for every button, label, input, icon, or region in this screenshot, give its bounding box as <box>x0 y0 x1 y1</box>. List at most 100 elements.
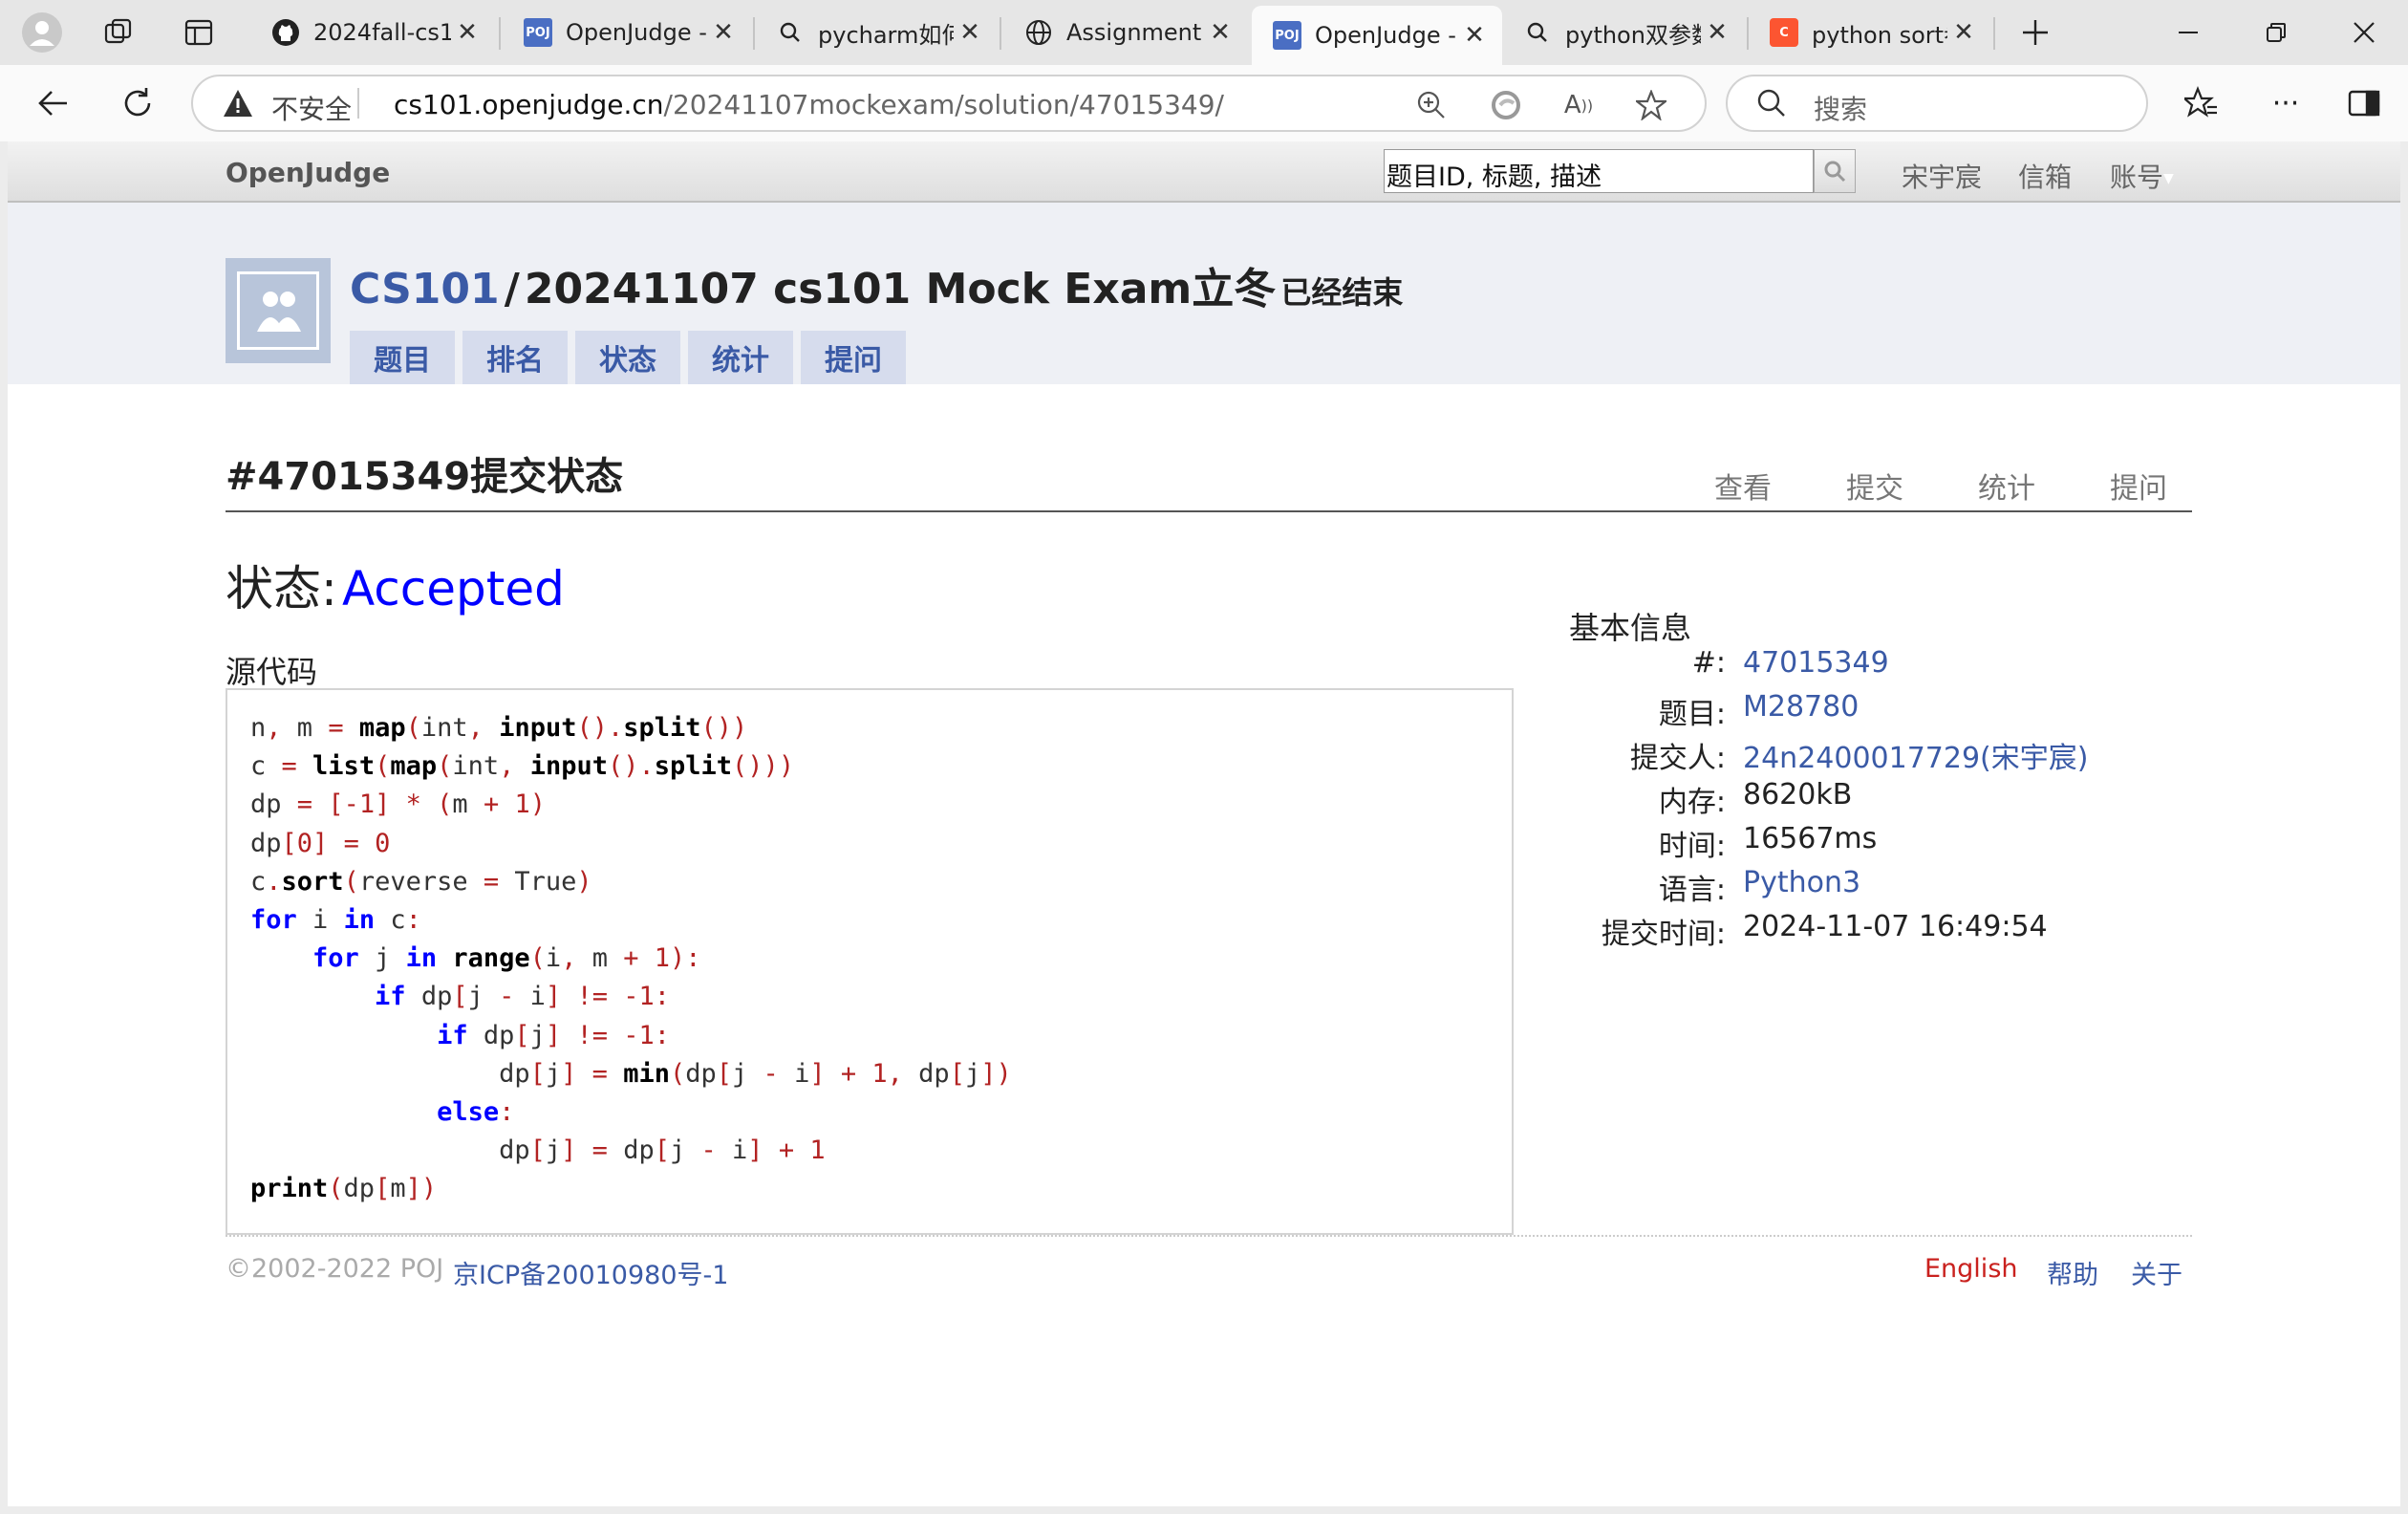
new-tab-icon[interactable] <box>2012 10 2058 55</box>
close-tab-icon[interactable]: ✕ <box>707 18 740 47</box>
vertical-tabs-icon[interactable] <box>176 10 222 55</box>
info-label-language: 语言: <box>1658 874 1726 907</box>
footer-help-link[interactable]: 帮助 <box>2047 1254 2098 1291</box>
tab-title: 2024fall-cs10 <box>313 19 451 46</box>
footer-icp-link[interactable]: 京ICP备20010980号-1 <box>453 1254 728 1291</box>
status-line: 状态: Accepted <box>226 551 565 619</box>
tab-questions[interactable]: 提问 <box>801 331 906 384</box>
footer-english-link[interactable]: English <box>1924 1254 2018 1284</box>
address-bar[interactable]: 不安全 cs101.openjudge.cn/20241107mockexam/… <box>191 75 1707 132</box>
source-code-label: 源代码 <box>226 654 318 690</box>
action-view[interactable]: 查看 <box>1714 465 1772 507</box>
user-link[interactable]: 宋宇宸 <box>1902 157 1982 195</box>
info-value-id[interactable]: 47015349 <box>1743 646 1889 680</box>
csdn-icon: C <box>1770 18 1798 47</box>
tab-divider <box>1000 17 1001 50</box>
tab-title: OpenJudge - <box>1315 22 1456 49</box>
close-tab-icon[interactable]: ✕ <box>1204 18 1236 47</box>
url-path: /20241107mockexam/solution/47015349/ <box>663 89 1224 120</box>
close-window-icon[interactable] <box>2326 8 2402 57</box>
poj-icon: POJ <box>1273 21 1301 50</box>
tab-title: python双参数 <box>1565 21 1701 49</box>
search-icon <box>776 18 805 47</box>
back-icon[interactable] <box>29 78 78 128</box>
action-questions[interactable]: 提问 <box>2110 465 2167 507</box>
browser-tab[interactable]: C python sort参 ✕ <box>1749 6 1991 59</box>
tab-title: OpenJudge - <box>566 19 707 46</box>
info-value-language[interactable]: Python3 <box>1743 866 1860 899</box>
browser-search-box[interactable]: 搜索 <box>1726 75 2148 132</box>
web-page: OpenJudge 题目ID, 标题, 描述 宋宇宸 信箱 账号▼ CS101 … <box>8 141 2400 1506</box>
profile-avatar-icon[interactable] <box>19 10 65 55</box>
submission-heading: #47015349提交状态 <box>226 455 624 499</box>
tab-statistics[interactable]: 统计 <box>688 331 793 384</box>
tab-title: python sort参 <box>1812 21 1947 49</box>
caret-down-icon: ▼ <box>2163 171 2174 186</box>
close-tab-icon[interactable]: ✕ <box>451 18 484 47</box>
browser-tab-active[interactable]: POJ OpenJudge - ✕ <box>1252 6 1502 65</box>
info-label-submit-time: 提交时间: <box>1601 918 1726 951</box>
browser-tab[interactable]: Assignment # ✕ <box>1003 6 1248 59</box>
account-label: 账号 <box>2110 162 2164 193</box>
action-submit[interactable]: 提交 <box>1846 465 1903 507</box>
info-label-memory: 内存: <box>1658 786 1726 819</box>
info-label-submitter: 提交人: <box>1629 742 1726 775</box>
account-menu[interactable]: 账号▼ <box>2110 157 2174 195</box>
info-value-memory: 8620kB <box>1743 778 1853 811</box>
action-statistics[interactable]: 统计 <box>1978 465 2035 507</box>
poj-icon: POJ <box>524 18 552 47</box>
info-value-submit-time: 2024-11-07 16:49:54 <box>1743 910 2048 943</box>
contest-status: 已经结束 <box>1280 274 1404 311</box>
site-top-nav: OpenJudge 题目ID, 标题, 描述 宋宇宸 信箱 账号▼ <box>8 141 2400 203</box>
close-tab-icon[interactable]: ✕ <box>954 18 986 47</box>
site-brand[interactable]: OpenJudge <box>226 157 390 188</box>
group-link[interactable]: CS101 <box>350 265 500 314</box>
tab-title: Assignment # <box>1066 19 1204 46</box>
browser-tab[interactable]: 2024fall-cs10 ✕ <box>250 6 495 59</box>
info-value-submitter[interactable]: 24n2400017729(宋宇宸) <box>1743 734 2088 776</box>
read-aloud-icon[interactable]: A)) <box>1558 84 1600 126</box>
browser-tab[interactable]: python双参数 ✕ <box>1502 6 1745 59</box>
search-placeholder: 搜索 <box>1814 94 1868 125</box>
site-search-input[interactable]: 题目ID, 标题, 描述 <box>1384 149 1814 193</box>
more-menu-icon[interactable]: ··· <box>2261 78 2311 128</box>
sidebar-toggle-icon[interactable] <box>2339 78 2389 128</box>
mailbox-link[interactable]: 信箱 <box>2018 157 2072 195</box>
restore-icon[interactable] <box>2238 8 2314 57</box>
site-search-button[interactable] <box>1814 149 1856 193</box>
contest-title[interactable]: 20241107 cs101 Mock Exam立冬 <box>525 265 1276 314</box>
security-label[interactable]: 不安全 <box>271 89 352 127</box>
browser-tab[interactable]: POJ OpenJudge - ✕ <box>503 6 751 59</box>
refresh-icon[interactable] <box>113 78 162 128</box>
info-label-id: #: <box>1691 646 1726 680</box>
group-logo <box>226 258 331 363</box>
source-code: n, m = map(int, input().split()) c = lis… <box>250 713 1012 1204</box>
heading-rule <box>226 510 2192 512</box>
edge-refresh-icon[interactable] <box>1485 84 1527 126</box>
github-icon <box>271 18 300 47</box>
people-icon <box>257 292 301 332</box>
status-label: 状态: <box>226 561 337 616</box>
search-icon <box>1523 18 1552 47</box>
site-search-placeholder: 题目ID, 标题, 描述 <box>1387 162 1602 192</box>
source-code-box[interactable]: n, m = map(int, input().split()) c = lis… <box>226 688 1514 1235</box>
workspaces-icon[interactable] <box>96 10 141 55</box>
minimize-icon[interactable] <box>2150 8 2226 57</box>
close-tab-icon[interactable]: ✕ <box>1701 18 1733 47</box>
footer-about-link[interactable]: 关于 <box>2131 1254 2182 1291</box>
status-value[interactable]: Accepted <box>342 561 565 616</box>
tab-ranking[interactable]: 排名 <box>462 331 568 384</box>
favorite-star-icon[interactable] <box>1630 84 1672 126</box>
zoom-icon[interactable] <box>1410 84 1452 126</box>
tab-problems[interactable]: 题目 <box>350 331 455 384</box>
browser-toolbar: 不安全 cs101.openjudge.cn/20241107mockexam/… <box>0 65 2408 141</box>
tab-status[interactable]: 状态 <box>575 331 680 384</box>
browser-tab[interactable]: pycharm如何 ✕ <box>755 6 998 59</box>
search-icon <box>1756 88 1787 122</box>
url-text[interactable]: cs101.openjudge.cn/20241107mockexam/solu… <box>394 89 1224 120</box>
close-tab-icon[interactable]: ✕ <box>1458 21 1491 50</box>
close-tab-icon[interactable]: ✕ <box>1947 18 1980 47</box>
favorites-icon[interactable] <box>2177 78 2226 128</box>
info-value-problem[interactable]: M28780 <box>1743 690 1859 724</box>
warning-icon[interactable] <box>222 88 254 122</box>
